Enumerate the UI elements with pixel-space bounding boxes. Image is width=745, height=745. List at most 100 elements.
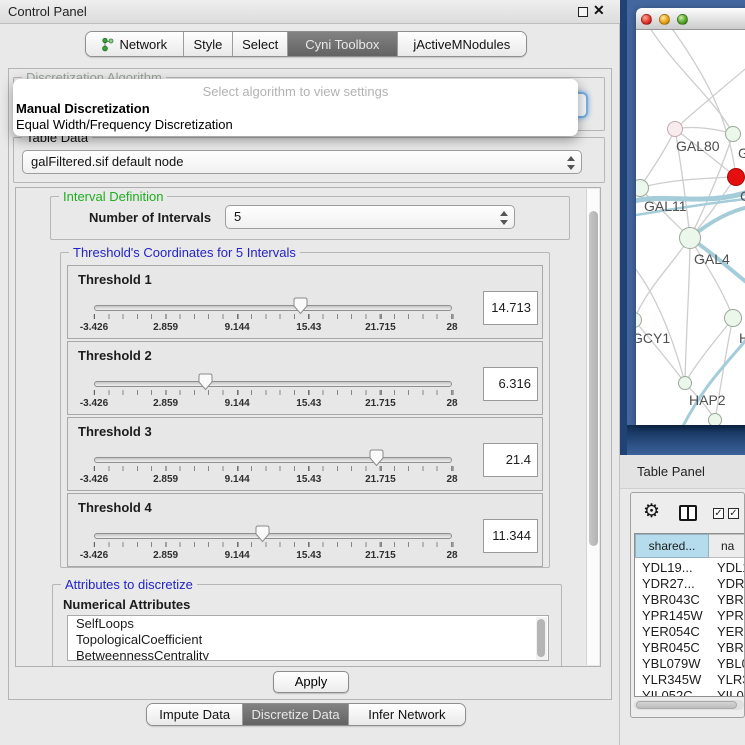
scale-tick-label: 2.859 [153, 398, 178, 409]
threshold-slider-track[interactable] [94, 305, 452, 311]
table-row[interactable]: YBR043C YBR0 [635, 592, 745, 608]
column-header-shared-name[interactable]: shared... [635, 534, 709, 558]
threshold-slider-thumb[interactable] [293, 297, 308, 315]
combo-spinner-icon [499, 210, 508, 226]
table-data-combobox[interactable]: galFiltered.sif default node [22, 150, 582, 174]
scale-tick-label: 15.43 [296, 550, 321, 561]
network-node[interactable] [725, 126, 741, 142]
tab-jactivemnodules[interactable]: jActiveMNodules [397, 32, 526, 56]
split-columns-icon[interactable] [679, 505, 697, 521]
algorithm-dropdown-popup: Select algorithm to view settings Manual… [13, 79, 578, 136]
network-canvas[interactable]: GAL80GACGAL11GAL4GCY1HHAP2 [636, 30, 745, 425]
column-header-name[interactable]: na [709, 534, 745, 558]
minimize-window-icon[interactable] [659, 14, 670, 25]
tab-style[interactable]: Style [183, 32, 233, 56]
scrollbar-thumb[interactable] [537, 619, 545, 657]
tab-label: Select [242, 37, 278, 52]
table-row[interactable]: YBR045C YBR0 [635, 640, 745, 656]
close-icon[interactable]: ✕ [593, 2, 605, 19]
interval-definition-title: Interval Definition [59, 189, 167, 204]
gear-icon[interactable]: ⚙ [643, 500, 660, 523]
attributes-group-title: Attributes to discretize [61, 577, 197, 592]
apply-button[interactable]: Apply [273, 671, 349, 693]
threshold-slider-thumb[interactable] [255, 525, 270, 543]
dropdown-item-equal-width-frequency[interactable]: Equal Width/Frequency Discretization [16, 117, 233, 132]
cell-name: YBR0 [709, 592, 745, 608]
table-row[interactable]: YPR145W YPR1 [635, 608, 745, 624]
combo-spinner-icon [566, 155, 575, 171]
attribute-list-item[interactable]: TopologicalCoefficient [68, 632, 548, 648]
scale-tick-label: 21.715 [365, 398, 396, 409]
threshold-value-field[interactable]: 6.316 [483, 367, 538, 401]
attributes-scrollbar [536, 617, 547, 661]
close-window-icon[interactable] [641, 14, 652, 25]
checkbox-icon[interactable]: ✓ [728, 508, 739, 519]
scrollbar-thumb[interactable] [589, 211, 598, 546]
network-tree-icon [101, 37, 114, 52]
threshold-slider-track[interactable] [94, 533, 452, 539]
scale-tick-label: 28 [446, 550, 457, 561]
threshold-slider-thumb[interactable] [369, 449, 384, 467]
threshold-value-field[interactable]: 11.344 [483, 519, 538, 553]
slider-tick-marks [94, 390, 453, 395]
table-row[interactable]: YIL052C YIL0 [635, 688, 745, 697]
table-row[interactable]: YDL19... YDL1 [635, 560, 745, 576]
scale-tick-label: 9.144 [225, 474, 250, 485]
threshold-label: Threshold 2 [78, 348, 152, 363]
float-panel-icon[interactable] [578, 7, 588, 17]
network-window: GAL80GACGAL11GAL4GCY1HHAP2 [636, 8, 745, 425]
cell-name: YLR3 [709, 672, 745, 688]
threshold-slider-thumb[interactable] [198, 373, 213, 391]
threshold-label: Threshold 3 [78, 424, 152, 439]
network-node[interactable] [678, 376, 692, 390]
network-node[interactable] [667, 121, 683, 137]
attribute-list-item[interactable]: BetweennessCentrality [68, 648, 548, 661]
threshold-value-field[interactable]: 21.4 [483, 443, 538, 477]
table-row[interactable]: YDR27... YDR2 [635, 576, 745, 592]
checkbox-icon[interactable]: ✓ [713, 508, 724, 519]
network-window-titlebar[interactable] [636, 8, 745, 30]
tab-label: Impute Data [159, 707, 230, 722]
scrollbar-thumb[interactable] [636, 701, 737, 709]
cyni-toolbox-panel: Discretization Algorithm Table Data galF… [8, 68, 612, 700]
table-row[interactable]: YER054C YER0 [635, 624, 745, 640]
number-of-intervals-combobox[interactable]: 5 [225, 205, 515, 229]
zoom-window-icon[interactable] [677, 14, 688, 25]
tab-label: Network [119, 37, 167, 52]
control-panel-tabs: Network Style Select Cyni Toolbox jActiv… [85, 31, 527, 57]
tab-discretize-data[interactable]: Discretize Data [242, 704, 347, 725]
threshold-slider-track[interactable] [94, 381, 452, 387]
control-panel-titlebar: Control Panel ✕ [0, 0, 620, 24]
scale-tick-label: 28 [446, 398, 457, 409]
scale-tick-label: -3.426 [80, 474, 108, 485]
node-attribute-table: shared... na YDL19... YDL1 YDR27... YDR2 [634, 533, 745, 697]
scale-tick-label: 21.715 [365, 322, 396, 333]
threshold-slider-track[interactable] [94, 457, 452, 463]
slider-scale: -3.4262.8599.14415.4321.71528 [94, 322, 452, 334]
threshold-value-field[interactable]: 14.713 [483, 291, 538, 325]
network-node[interactable] [708, 413, 722, 425]
settings-vertical-scrollbar [586, 189, 599, 665]
network-node[interactable] [724, 309, 742, 327]
table-row[interactable]: YBL079W YBL0 [635, 656, 745, 672]
network-node[interactable] [727, 168, 745, 186]
tab-select[interactable]: Select [232, 32, 287, 56]
network-frame-bottom [627, 425, 745, 455]
tab-network[interactable]: Network [86, 32, 183, 56]
tab-cyni-toolbox[interactable]: Cyni Toolbox [287, 32, 397, 56]
slider-tick-marks [94, 314, 453, 319]
cell-shared-name: YBR045C [635, 640, 709, 656]
table-panel-toolbar: ⚙ ✓ ✓ [631, 493, 744, 532]
network-node[interactable] [679, 227, 701, 249]
table-row[interactable]: YLR345W YLR3 [635, 672, 745, 688]
scale-tick-label: 28 [446, 322, 457, 333]
tab-infer-network[interactable]: Infer Network [348, 704, 465, 725]
scale-tick-label: -3.426 [80, 322, 108, 333]
tab-label: jActiveMNodules [413, 37, 510, 52]
application-window: Control Panel ✕ Network Style Select [0, 0, 745, 745]
dropdown-item-manual-discretization[interactable]: Manual Discretization [16, 101, 150, 116]
cell-shared-name: YDL19... [635, 560, 709, 576]
cell-shared-name: YDR27... [635, 576, 709, 592]
attribute-list-item[interactable]: SelfLoops [68, 616, 548, 632]
tab-impute-data[interactable]: Impute Data [147, 704, 242, 725]
